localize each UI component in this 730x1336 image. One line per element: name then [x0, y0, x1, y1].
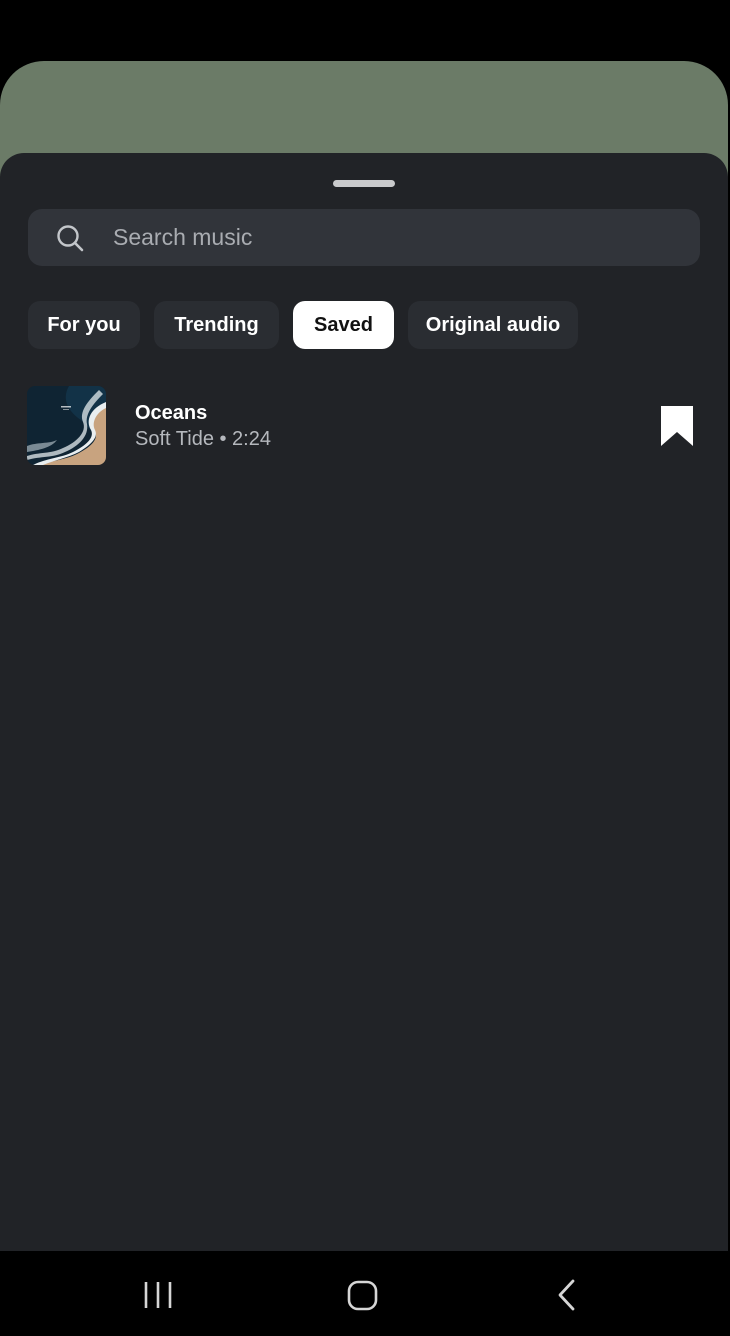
tab-original-audio[interactable]: Original audio: [408, 301, 578, 349]
music-bottom-sheet: For you Trending Saved Original audio Oc…: [0, 153, 728, 1251]
list-item[interactable]: Oceans Soft Tide • 2:24: [27, 386, 700, 466]
search-bar[interactable]: [28, 209, 700, 266]
home-icon[interactable]: [332, 1273, 392, 1317]
track-artist-duration: Soft Tide • 2:24: [135, 428, 271, 450]
tab-trending[interactable]: Trending: [154, 301, 279, 349]
track-title: Oceans: [135, 402, 208, 424]
system-navigation-bar: [0, 1251, 730, 1336]
tab-saved[interactable]: Saved: [293, 301, 394, 349]
tab-for-you[interactable]: For you: [28, 301, 140, 349]
drag-handle[interactable]: [333, 180, 395, 187]
bookmark-icon[interactable]: [659, 406, 695, 446]
search-input[interactable]: [113, 209, 673, 266]
album-art: [27, 386, 106, 465]
recent-apps-icon[interactable]: [128, 1273, 188, 1317]
back-icon[interactable]: [536, 1273, 596, 1317]
search-icon: [57, 225, 84, 252]
